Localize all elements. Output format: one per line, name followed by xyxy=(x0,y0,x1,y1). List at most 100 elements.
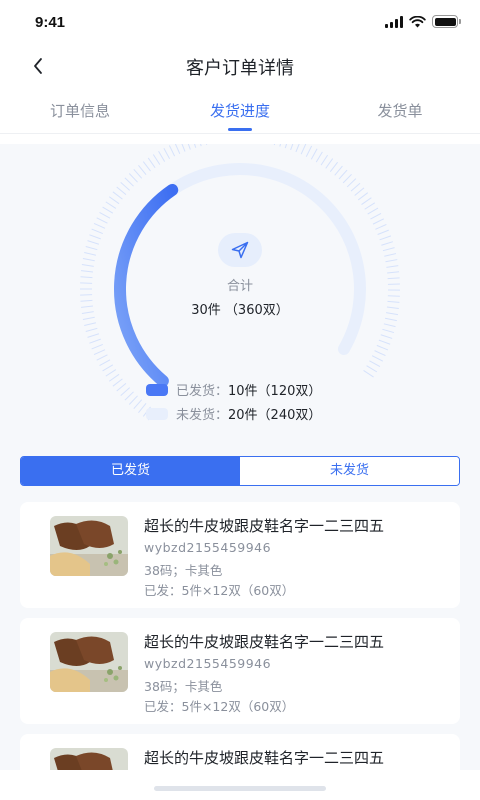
gauge-tick xyxy=(366,365,378,373)
gauge-tick xyxy=(350,182,361,192)
gauge-tick xyxy=(367,207,379,215)
legend-shipped: 已发货： 10件（120双） xyxy=(146,380,321,399)
gauge-tick xyxy=(386,265,399,268)
gauge-tick xyxy=(128,395,138,405)
gauge-tick xyxy=(363,370,374,378)
product-code: wybzd2155459946 xyxy=(144,656,272,671)
gauge-tick xyxy=(138,403,147,413)
shipping-status-segment: 已发货 未发货 xyxy=(20,456,460,486)
product-code: wybzd2155459946 xyxy=(144,540,272,555)
legend-label: 未发货： xyxy=(176,408,229,423)
gauge-tick xyxy=(381,241,393,246)
gauge-tick xyxy=(138,165,147,175)
legend-unshipped: 未发货： 20件（240双） xyxy=(146,404,321,423)
gauge-tick xyxy=(334,165,343,176)
gauge-tick xyxy=(338,169,348,180)
gauge-tick xyxy=(89,338,101,344)
gauge-tick xyxy=(85,327,98,332)
gauge-tick xyxy=(99,211,111,219)
gauge-tick xyxy=(279,144,282,147)
gauge-label: 合计 xyxy=(226,279,253,294)
gauge-tick xyxy=(375,223,387,230)
product-title: 超长的牛皮坡跟皮鞋名字一二三四五 xyxy=(144,517,385,535)
gauge-tick xyxy=(120,181,131,191)
gauge-tick xyxy=(376,344,389,351)
battery-icon xyxy=(432,15,461,28)
gauge-tick xyxy=(102,364,114,372)
cellular-signal-icon xyxy=(385,15,403,28)
tab-bar: 订单信息 发货进度 发货单 xyxy=(0,92,480,134)
gauge-tick xyxy=(200,144,202,147)
shipped-quantity: 已发：5件×12双（60双） xyxy=(144,699,295,714)
navigation-bar: 客户订单详情 xyxy=(0,44,480,88)
gauge-tick xyxy=(124,177,134,187)
gauge-tick xyxy=(284,144,288,149)
tab-shipping-progress[interactable]: 发货进度 xyxy=(160,100,320,121)
gauge-tick xyxy=(305,145,313,157)
gauge-tick xyxy=(371,355,384,362)
gauge-tick xyxy=(108,196,120,205)
legend-swatch-shipped xyxy=(146,383,168,396)
gauge-tick xyxy=(87,333,100,338)
gauge-tick xyxy=(384,253,397,257)
tab-order-info[interactable]: 订单信息 xyxy=(0,100,160,121)
gauge-tick xyxy=(315,151,323,163)
gauge-tick xyxy=(133,169,143,179)
gauge-tick xyxy=(112,378,123,387)
product-title: 超长的牛皮坡跟皮鞋名字一二三四五 xyxy=(144,749,385,767)
gauge-tick xyxy=(387,271,400,274)
gauge-tick xyxy=(87,240,100,245)
gauge-tick xyxy=(89,234,101,240)
gauge-tick xyxy=(91,228,103,235)
gauge-tick xyxy=(290,144,294,151)
gauge-tick xyxy=(96,354,108,361)
gauge-tick xyxy=(187,144,191,150)
gauge-tick xyxy=(310,148,318,160)
list-item[interactable]: 超长的牛皮坡跟皮鞋名字一二三四五 wybzd2155459946 38码；卡其色… xyxy=(20,502,460,608)
product-thumbnail xyxy=(50,632,128,692)
gauge-tick xyxy=(364,202,376,210)
gauge-tick xyxy=(81,264,94,267)
legend-value: 20件（240双） xyxy=(228,408,322,423)
gauge-tick xyxy=(85,246,98,251)
active-tab-indicator xyxy=(228,128,252,131)
gauge-tick xyxy=(84,251,97,256)
gauge-tick xyxy=(372,218,385,225)
tab-shipping-list[interactable]: 发货单 xyxy=(320,100,480,121)
gauge-tick xyxy=(93,349,106,356)
gauge-tick xyxy=(147,157,156,169)
gauge-tick xyxy=(354,187,365,196)
gauge-tick xyxy=(116,382,127,392)
gauge-tick xyxy=(383,323,396,328)
gauge-tick xyxy=(379,235,392,241)
gauge-tick xyxy=(273,144,276,146)
gauge-tick xyxy=(329,161,339,173)
gauge-tick xyxy=(384,317,397,322)
product-thumbnail xyxy=(50,516,128,576)
legend-label: 已发货： xyxy=(176,384,229,399)
product-spec: 38码；卡其色 xyxy=(144,679,223,694)
gauge-tick xyxy=(108,373,120,382)
segment-unshipped[interactable]: 未发货 xyxy=(240,457,459,485)
page-title: 客户订单详情 xyxy=(186,58,294,79)
gauge-tick xyxy=(158,151,166,162)
gauge-tick xyxy=(206,144,208,145)
gauge-tick xyxy=(82,257,95,262)
gauge-tick xyxy=(152,154,161,165)
list-item[interactable]: 超长的牛皮坡跟皮鞋名字一二三四五 wybzd2155459946 38码；卡其色… xyxy=(20,618,460,724)
gauge-tick xyxy=(361,197,372,205)
gauge-tick xyxy=(102,206,114,214)
gauge-tick xyxy=(369,360,381,368)
gauge-tick xyxy=(142,161,151,172)
segment-shipped[interactable]: 已发货 xyxy=(21,457,240,485)
status-icons xyxy=(385,15,461,28)
gauge-tick xyxy=(91,343,103,350)
gauge-tick xyxy=(325,158,334,169)
wifi-icon xyxy=(409,15,426,27)
gauge-tick xyxy=(370,212,382,220)
shipped-quantity: 已发：5件×12双（60双） xyxy=(144,583,295,598)
gauge-tick xyxy=(168,145,176,157)
gauge-tick xyxy=(382,328,395,334)
gauge-tick xyxy=(374,350,386,357)
gauge-tick xyxy=(128,173,138,183)
